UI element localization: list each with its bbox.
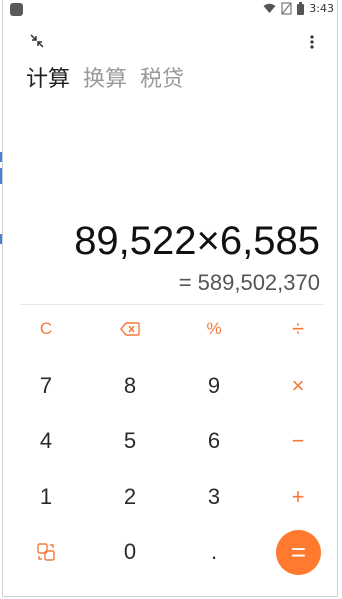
digit-0-button[interactable]: 0 <box>100 532 160 572</box>
digit-4-button[interactable]: 4 <box>16 421 76 461</box>
equals-button[interactable]: = <box>276 530 321 575</box>
edge-marker <box>0 152 2 162</box>
divide-button[interactable]: ÷ <box>268 309 328 349</box>
backspace-button[interactable] <box>100 309 160 349</box>
decimal-button[interactable]: . <box>184 532 244 572</box>
signal-off-icon <box>281 2 292 15</box>
expression-display: 89,522×6,585 <box>74 219 320 263</box>
digit-8-button[interactable]: 8 <box>100 366 160 406</box>
status-time: 3:43 <box>309 2 334 15</box>
edge-marker <box>0 234 2 244</box>
switch-mode-icon <box>37 543 55 561</box>
digit-6-button[interactable]: 6 <box>184 421 244 461</box>
display-divider <box>20 304 323 305</box>
clear-button[interactable]: C <box>16 309 76 349</box>
digit-7-button[interactable]: 7 <box>16 366 76 406</box>
digit-9-button[interactable]: 9 <box>184 366 244 406</box>
add-button[interactable]: + <box>268 477 328 517</box>
status-bar: 3:43 <box>0 0 342 20</box>
result-display: = 589,502,370 <box>178 270 320 295</box>
tab-convert[interactable]: 换算 <box>83 64 127 96</box>
collapse-icon[interactable] <box>29 33 45 49</box>
more-options-icon[interactable] <box>303 32 321 52</box>
tab-calculate[interactable]: 计算 <box>26 64 70 96</box>
subtract-button[interactable]: − <box>268 421 328 461</box>
wifi-icon <box>263 3 276 13</box>
tab-tax-loan[interactable]: 税贷 <box>140 64 184 96</box>
percent-button[interactable]: % <box>184 309 244 349</box>
edge-marker <box>0 168 2 184</box>
multiply-button[interactable]: × <box>268 366 328 406</box>
battery-icon <box>297 2 305 15</box>
notification-icon <box>10 3 23 16</box>
digit-2-button[interactable]: 2 <box>100 477 160 517</box>
digit-5-button[interactable]: 5 <box>100 421 160 461</box>
switch-mode-button[interactable] <box>16 532 76 572</box>
digit-3-button[interactable]: 3 <box>184 477 244 517</box>
mode-tabs: 计算 换算 税贷 <box>26 64 184 96</box>
top-bar <box>0 28 342 56</box>
backspace-icon <box>120 322 140 336</box>
digit-1-button[interactable]: 1 <box>16 477 76 517</box>
